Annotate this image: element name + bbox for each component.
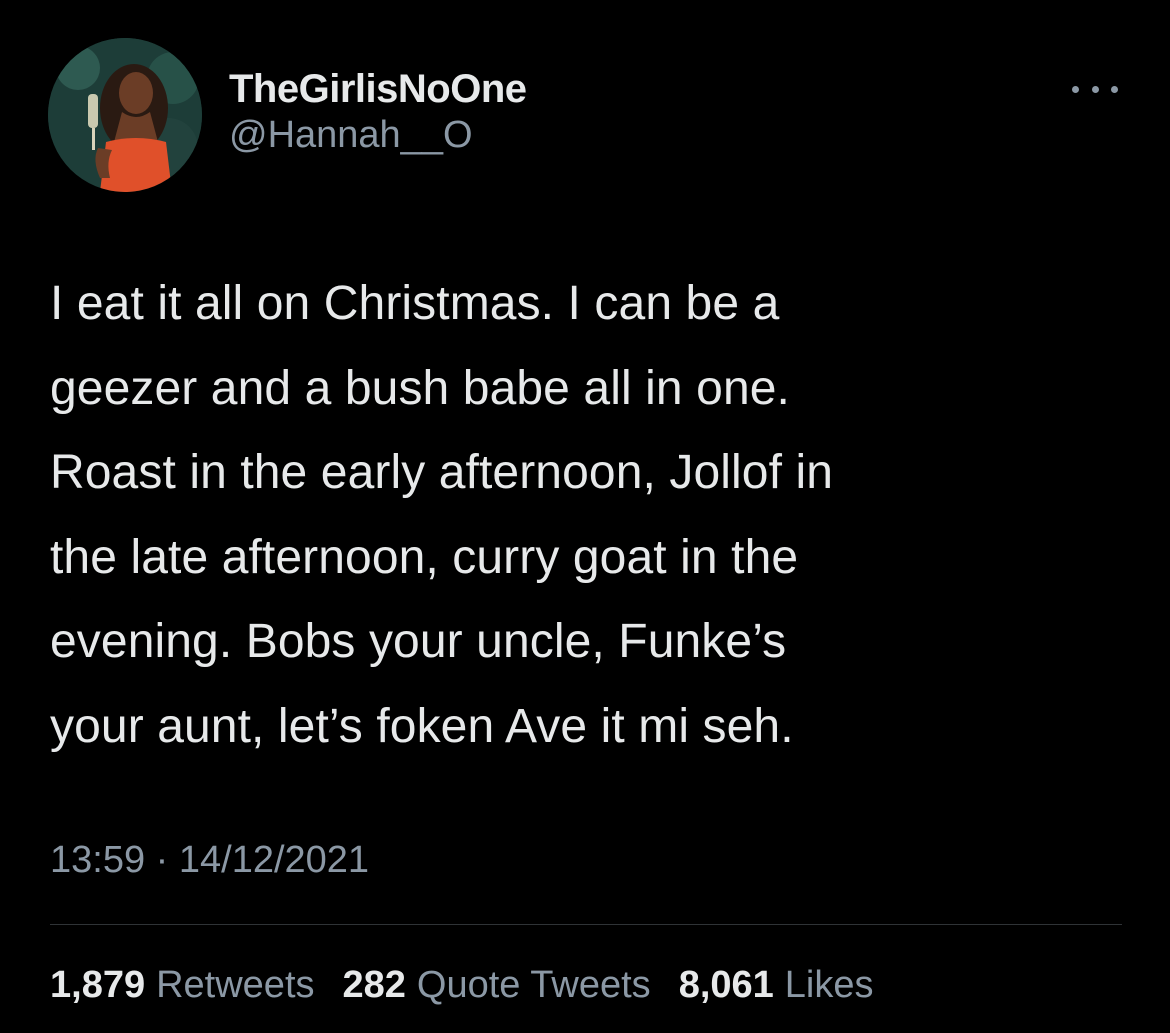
user-handle[interactable]: @Hannah__O	[229, 112, 527, 158]
more-options-icon[interactable]	[1072, 74, 1118, 104]
retweets-count: 1,879	[50, 964, 146, 1006]
tweet-time: 13:59	[50, 839, 146, 881]
display-name[interactable]: TheGirlisNoOne	[229, 66, 527, 112]
quote-tweets-count: 282	[342, 964, 406, 1006]
tweet: TheGirlisNoOne @Hannah__O I eat it all o…	[0, 0, 1170, 1033]
quote-tweets-stat[interactable]: 282 Quote Tweets	[343, 960, 651, 1010]
avatar-image	[48, 38, 202, 192]
divider	[50, 924, 1122, 925]
likes-count: 8,061	[678, 964, 774, 1006]
more-dot	[1091, 85, 1099, 93]
tweet-date: 14/12/2021	[178, 839, 370, 881]
retweets-stat[interactable]: 1,879 Retweets	[50, 960, 315, 1010]
author-info: TheGirlisNoOne @Hannah__O	[229, 66, 527, 158]
engagement-stats: 1,879 Retweets 282 Quote Tweets 8,061 Li…	[50, 960, 874, 1010]
tweet-text: I eat it all on Christmas. I can be a ge…	[50, 277, 834, 753]
avatar[interactable]	[48, 38, 202, 192]
retweets-label: Retweets	[156, 964, 315, 1006]
more-dot	[1111, 85, 1118, 93]
likes-stat[interactable]: 8,061 Likes	[679, 960, 874, 1010]
timestamp-separator: ·	[155, 839, 169, 881]
likes-label: Likes	[784, 964, 874, 1006]
tweet-timestamp[interactable]: 13:59 · 14/12/2021	[50, 835, 369, 885]
more-dot	[1072, 85, 1079, 93]
quote-tweets-label: Quote Tweets	[416, 964, 651, 1006]
